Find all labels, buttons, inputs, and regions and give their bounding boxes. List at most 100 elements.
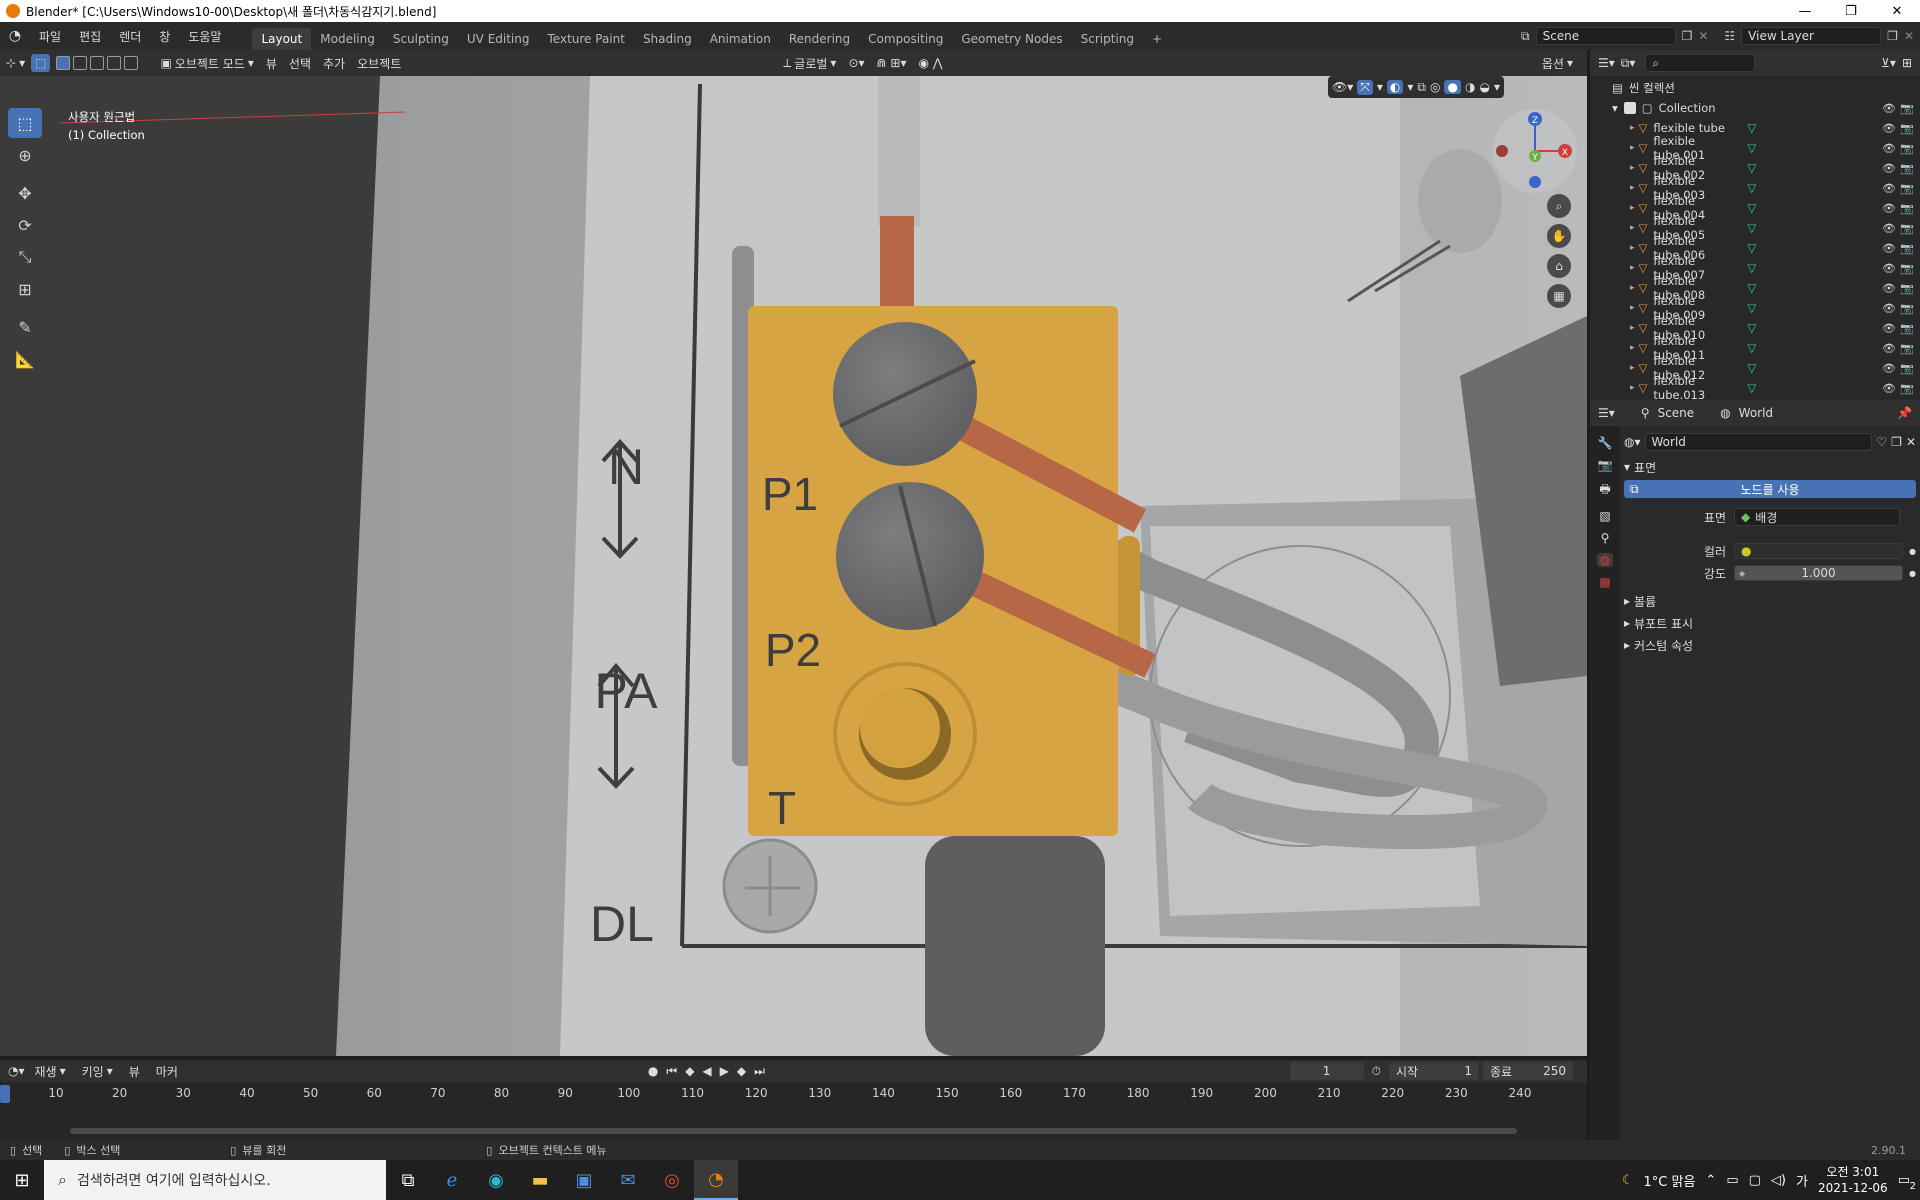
clock[interactable]: 오전 3:01 2021-12-06	[1818, 1164, 1888, 1196]
timeline-ruler[interactable]: 10 20 30 40 50 60 70 80 90 100 110 120 130 140 150 160 1…	[0, 1082, 1587, 1106]
eye-icon[interactable]: 👁	[1882, 242, 1896, 255]
eye-icon[interactable]: 👁	[1882, 322, 1896, 335]
overlay-dropdown-icon[interactable]: ▾	[1407, 80, 1413, 94]
outliner-item[interactable]: ▸ ▽ flexible tube.006 ▽ 👁 📷	[1590, 234, 1920, 262]
camera-icon[interactable]: 📷	[1900, 162, 1914, 175]
properties-editor-type-icon[interactable]: ☰▾	[1598, 406, 1615, 420]
pivot-icon[interactable]: ⊙▾	[842, 54, 870, 72]
move-tool-icon[interactable]: ✥	[8, 178, 42, 208]
camera-icon[interactable]: 📷	[1900, 142, 1914, 155]
tab-layout[interactable]: Layout	[252, 28, 312, 50]
camera-icon[interactable]: 📷	[1900, 282, 1914, 295]
outliner-item[interactable]: ▸ ▽ flexible tube.004 ▽ 👁 📷	[1590, 194, 1920, 222]
marker-menu[interactable]: 마커	[150, 1061, 184, 1082]
perspective-grid-icon[interactable]: ▦	[1547, 284, 1571, 308]
surface-shader-field[interactable]: ◆ 배경	[1734, 508, 1900, 526]
snap-icon[interactable]: ⋒ ⊞▾	[871, 54, 913, 72]
tray-display-icon[interactable]: ▢	[1749, 1173, 1761, 1188]
internet-explorer-icon[interactable]: ℯ	[430, 1160, 474, 1200]
eye-icon[interactable]: 👁	[1882, 282, 1896, 295]
eye-icon[interactable]: 👁	[1882, 262, 1896, 275]
tab-sculpting[interactable]: Sculpting	[384, 28, 458, 50]
outliner-item[interactable]: ▸ ▽ flexible tube.013 ▽ 👁 📷	[1590, 374, 1920, 402]
camera-icon[interactable]: 📷	[1900, 362, 1914, 375]
gizmo-dropdown-icon[interactable]: ▾	[1377, 80, 1383, 94]
use-nodes-button[interactable]: ⧉ 노드를 사용	[1624, 480, 1916, 498]
mesh-data-icon[interactable]: ▽	[1747, 281, 1756, 295]
wireframe-shading-icon[interactable]: ◎	[1430, 80, 1440, 94]
3d-viewport[interactable]: N PA DL P1 P2 T Z X Y 사용자 원근법 (1) Collec…	[0, 76, 1587, 1056]
tab-uv-editing[interactable]: UV Editing	[458, 28, 539, 50]
tray-volume-icon[interactable]: ◁)	[1771, 1173, 1786, 1188]
camera-icon[interactable]: 📷	[1900, 382, 1914, 395]
prev-keyframe-icon[interactable]: ◆	[685, 1064, 694, 1078]
tab-compositing[interactable]: Compositing	[859, 28, 952, 50]
outliner-item[interactable]: ▸ ▽ flexible tube.012 ▽ 👁 📷	[1590, 354, 1920, 382]
chrome-icon[interactable]: ◎	[650, 1160, 694, 1200]
expand-icon[interactable]: ▸	[1630, 303, 1635, 313]
outliner-collection[interactable]: ▾ ▢ Collection 👁 📷	[1590, 98, 1920, 118]
menu-file[interactable]: 파일	[30, 28, 70, 45]
outliner-item[interactable]: ▸ ▽ flexible tube.011 ▽ 👁 📷	[1590, 334, 1920, 362]
new-collection-icon[interactable]: ⊞	[1902, 56, 1912, 70]
collection-checkbox[interactable]	[1623, 102, 1636, 114]
xray-icon[interactable]: ⧉	[1417, 80, 1426, 95]
mesh-data-icon[interactable]: ▽	[1747, 321, 1756, 335]
eye-icon[interactable]: 👁	[1882, 182, 1896, 195]
expand-icon[interactable]: ▸	[1630, 223, 1635, 233]
tab-rendering[interactable]: Rendering	[780, 28, 859, 50]
add-workspace-button[interactable]: +	[1143, 28, 1171, 50]
auto-key-icon[interactable]: ●	[648, 1064, 658, 1078]
keyframe-dot-icon[interactable]: ●	[1909, 547, 1916, 556]
editor-type-button[interactable]: ⊹ ▾	[0, 54, 31, 72]
eye-icon[interactable]: 👁	[1882, 202, 1896, 215]
delete-scene-icon[interactable]: ✕	[1698, 29, 1708, 43]
stopwatch-icon[interactable]: ⏱	[1372, 1064, 1381, 1079]
blender-menu-icon[interactable]: ◔	[0, 28, 30, 44]
blender-taskbar-icon[interactable]: ◔	[694, 1160, 738, 1200]
surface-panel-header[interactable]: ▾ 표면	[1624, 456, 1916, 478]
eye-icon[interactable]: 👁	[1882, 362, 1896, 375]
store-icon[interactable]: ▣	[562, 1160, 606, 1200]
gizmo-toggle-icon[interactable]: ⤧	[1357, 79, 1373, 95]
scale-tool-icon[interactable]: ⤡	[8, 242, 42, 272]
outliner-editor-type-icon[interactable]: ☰▾	[1598, 56, 1615, 70]
display-mode-icon[interactable]: ⧉▾	[1621, 56, 1636, 71]
tab-scripting[interactable]: Scripting	[1072, 28, 1143, 50]
mesh-data-icon[interactable]: ▽	[1747, 341, 1756, 355]
timeline-editor-type-icon[interactable]: ◔▾	[8, 1064, 25, 1078]
menu-object[interactable]: 오브젝트	[351, 53, 407, 74]
camera-icon[interactable]: 📷	[1900, 222, 1914, 235]
view-layer-icon[interactable]: ☷	[1724, 29, 1735, 43]
strength-field[interactable]: ◆ 1.000	[1734, 565, 1904, 581]
mesh-data-icon[interactable]: ▽	[1747, 221, 1756, 235]
gizmo-neg-z-ball[interactable]	[1529, 176, 1541, 188]
eye-icon[interactable]: 👁	[1882, 122, 1896, 135]
file-explorer-icon[interactable]: ▬	[518, 1160, 562, 1200]
expand-icon[interactable]: ▸	[1630, 343, 1635, 353]
overlay-toggle-icon[interactable]: ◐	[1386, 80, 1404, 94]
eye-icon[interactable]: 👁	[1882, 162, 1896, 175]
duplicate-world-icon[interactable]: ❐	[1891, 435, 1902, 449]
mesh-data-icon[interactable]: ▽	[1747, 161, 1756, 175]
expand-icon[interactable]: ▾	[1612, 101, 1618, 115]
options-dropdown[interactable]: 옵션 ▾	[1536, 53, 1579, 74]
keying-menu[interactable]: 키잉 ▾	[76, 1061, 119, 1082]
weather-text[interactable]: 1°C 맑음	[1644, 1171, 1696, 1190]
end-frame-field[interactable]: 종료 250	[1483, 1062, 1573, 1080]
outliner-item[interactable]: ▸ ▽ flexible tube.005 ▽ 👁 📷	[1590, 214, 1920, 242]
edge-browser-icon[interactable]: ◉	[474, 1160, 518, 1200]
weather-moon-icon[interactable]: ☾	[1622, 1173, 1634, 1188]
custom-props-panel-header[interactable]: ▸ 커스텀 속성	[1624, 634, 1916, 656]
timeline-track[interactable]	[0, 1106, 1587, 1140]
world-browse-icon[interactable]: ◍▾	[1624, 435, 1641, 449]
mail-icon[interactable]: ✉	[606, 1160, 650, 1200]
mode-dropdown[interactable]: ▣ 오브젝트 모드 ▾	[154, 53, 259, 74]
mesh-data-icon[interactable]: ▽	[1747, 181, 1756, 195]
tab-shading[interactable]: Shading	[634, 28, 701, 50]
world-props-tab-icon[interactable]: ◍	[1596, 553, 1614, 567]
outliner-item[interactable]: ▸ ▽ flexible tube.009 ▽ 👁 📷	[1590, 294, 1920, 322]
annotate-tool-icon[interactable]: ✎	[8, 312, 42, 342]
tab-animation[interactable]: Animation	[701, 28, 780, 50]
outliner-search-input[interactable]: ⌕	[1645, 54, 1756, 72]
